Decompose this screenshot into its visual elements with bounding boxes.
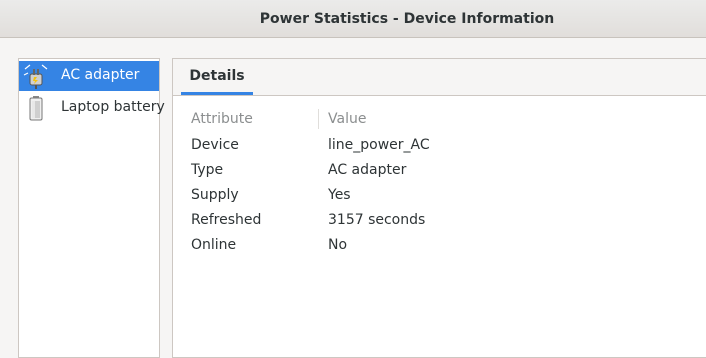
tab-label: Details	[189, 68, 245, 84]
table-row[interactable]: Supply Yes	[181, 183, 701, 208]
title-bar: Power Statistics - Device Information	[0, 0, 706, 38]
device-item-label: Laptop battery	[61, 99, 165, 115]
device-item-ac-adapter[interactable]: AC adapter	[19, 61, 159, 91]
value-cell: No	[328, 237, 348, 253]
column-header-value[interactable]: Value	[328, 111, 366, 127]
attribute-cell: Refreshed	[191, 212, 262, 228]
tab-details[interactable]: Details	[181, 59, 253, 95]
attribute-cell: Device	[191, 137, 239, 153]
table-row[interactable]: Type AC adapter	[181, 158, 701, 183]
attribute-cell: Online	[191, 237, 237, 253]
table-row[interactable]: Online No	[181, 233, 701, 258]
window-title: Power Statistics - Device Information	[259, 10, 555, 27]
device-item-laptop-battery[interactable]: Laptop battery	[19, 93, 165, 123]
value-cell: AC adapter	[328, 162, 407, 178]
column-header-attribute[interactable]: Attribute	[191, 111, 253, 127]
value-cell: Yes	[328, 187, 351, 203]
value-cell: 3157 seconds	[328, 212, 426, 228]
column-divider[interactable]	[318, 109, 319, 129]
tab-bar: Details	[173, 59, 706, 96]
table-row[interactable]: Refreshed 3157 seconds	[181, 208, 701, 233]
table-row[interactable]: Device line_power_AC	[181, 133, 701, 158]
attribute-cell: Supply	[191, 187, 239, 203]
device-list: AC adapter Laptop battery	[18, 58, 165, 358]
table-header: Attribute Value	[181, 105, 706, 131]
device-item-label: AC adapter	[61, 67, 140, 83]
battery-icon	[29, 96, 43, 121]
attribute-cell: Type	[191, 162, 224, 178]
value-cell: line_power_AC	[328, 137, 430, 153]
ac-adapter-icon	[23, 64, 48, 89]
details-panel: Details Attribute Value Device line_powe…	[172, 58, 706, 358]
